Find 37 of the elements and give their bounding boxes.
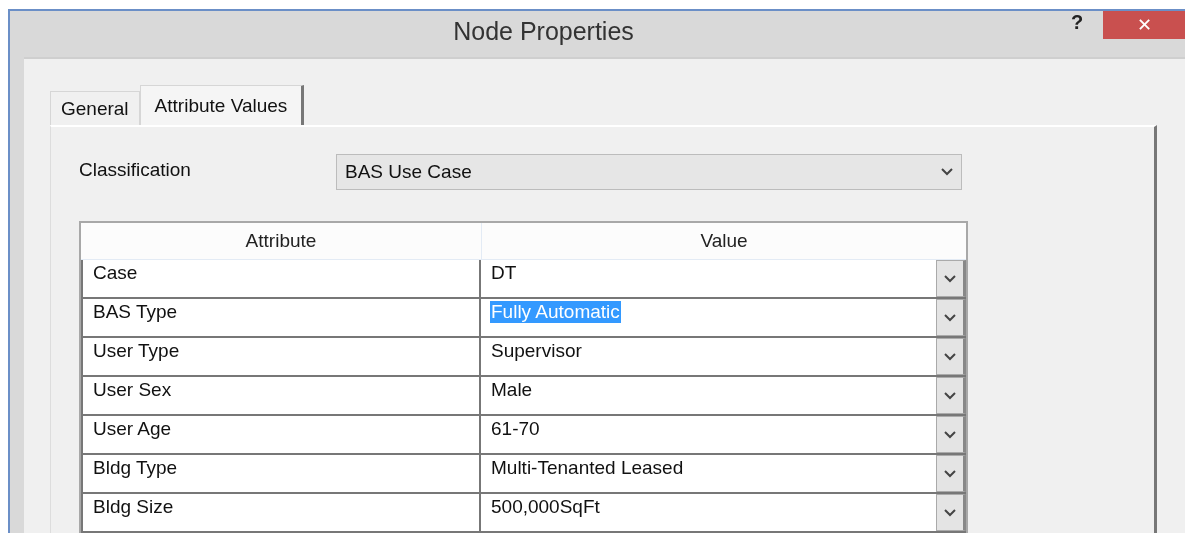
value-text[interactable]: 500,000SqFt [490,496,601,518]
value-text[interactable]: 61-70 [490,418,541,440]
chevron-down-icon [944,274,956,283]
table-cell: User Sex [83,377,481,414]
window-title: Node Properties [452,16,635,46]
chevron-down-icon [944,430,956,439]
value-text[interactable]: Male [490,379,534,401]
dropdown-button[interactable] [936,494,966,531]
chevron-down-icon [944,508,956,517]
dropdown-button[interactable] [936,338,966,375]
close-button[interactable]: ✕ [1103,11,1185,39]
chevron-down-icon [941,168,953,176]
chevron-down-icon [944,313,956,322]
table-cell: Bldg Size [83,494,481,531]
chevron-down-icon [944,352,956,361]
table-cell: User Age [83,416,481,453]
value-text[interactable]: Multi-Tenanted Leased [490,457,685,479]
chevron-down-icon [944,391,956,400]
table-cell: BAS Type [83,299,481,336]
table-cell: User Type [83,338,481,375]
column-header: Attribute [81,223,482,259]
table-cell: Case [83,260,481,297]
classification-dropdown[interactable]: BAS Use Case [336,154,962,190]
help-button[interactable]: ? [1067,11,1087,34]
column-header: Value [699,229,749,253]
dropdown-button[interactable] [936,416,966,453]
chevron-down-icon [944,469,956,478]
dropdown-button[interactable] [936,299,966,336]
tab[interactable]: Attribute Values [139,85,305,125]
table-cell: Bldg Type [83,455,481,492]
dropdown-button[interactable] [936,377,966,414]
tab[interactable]: General [50,91,140,125]
field-label: Classification [79,159,192,182]
dropdown-button[interactable] [936,455,966,492]
dropdown-button[interactable] [936,260,966,297]
value-text[interactable]: DT [490,262,518,284]
value-text[interactable]: Supervisor [490,340,583,362]
